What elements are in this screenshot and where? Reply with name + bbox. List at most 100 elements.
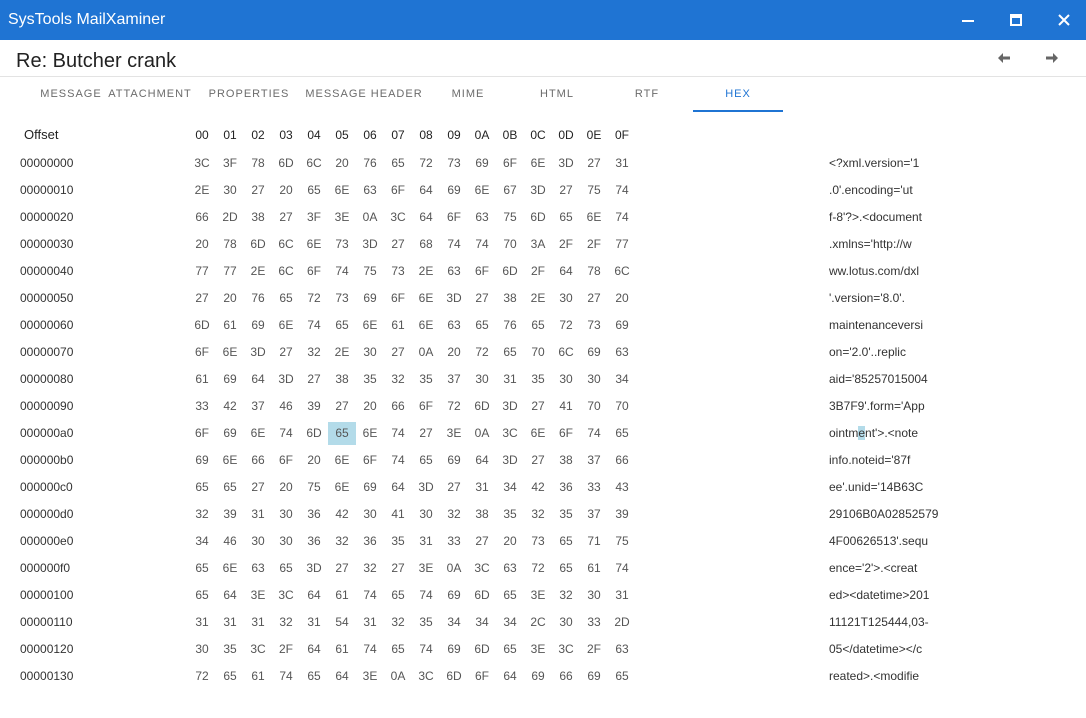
hex-byte[interactable]: 27 — [524, 395, 552, 418]
hex-byte[interactable]: 6F — [188, 341, 216, 364]
hex-byte[interactable]: 3C — [188, 152, 216, 175]
hex-byte[interactable]: 30 — [580, 584, 608, 607]
hex-byte[interactable]: 3D — [412, 476, 440, 499]
hex-byte[interactable]: 3D — [524, 179, 552, 202]
hex-byte[interactable]: 6C — [300, 152, 328, 175]
hex-byte[interactable]: 6F — [412, 395, 440, 418]
hex-byte[interactable]: 65 — [496, 584, 524, 607]
hex-byte[interactable]: 65 — [608, 665, 636, 688]
hex-byte[interactable]: 27 — [412, 422, 440, 445]
hex-byte[interactable]: 6E — [272, 314, 300, 337]
hex-byte[interactable]: 35 — [356, 368, 384, 391]
hex-byte[interactable]: 3C — [384, 206, 412, 229]
hex-byte[interactable]: 73 — [524, 530, 552, 553]
hex-byte[interactable]: 37 — [244, 395, 272, 418]
hex-byte[interactable]: 69 — [440, 449, 468, 472]
hex-byte[interactable]: 35 — [496, 503, 524, 526]
hex-byte[interactable]: 70 — [608, 395, 636, 418]
hex-byte[interactable]: 34 — [468, 611, 496, 634]
hex-byte[interactable]: 31 — [216, 611, 244, 634]
hex-byte[interactable]: 0A — [468, 422, 496, 445]
hex-byte[interactable]: 64 — [216, 584, 244, 607]
hex-byte[interactable]: 27 — [244, 179, 272, 202]
hex-byte[interactable]: 74 — [384, 449, 412, 472]
hex-byte[interactable]: 38 — [496, 287, 524, 310]
hex-byte[interactable]: 6E — [244, 422, 272, 445]
hex-byte[interactable]: 20 — [188, 233, 216, 256]
hex-byte[interactable]: 33 — [188, 395, 216, 418]
hex-byte[interactable]: 6D — [188, 314, 216, 337]
hex-byte[interactable]: 76 — [356, 152, 384, 175]
ascii-text[interactable]: info.noteid='87f — [829, 447, 910, 474]
hex-byte[interactable]: 30 — [552, 287, 580, 310]
hex-byte[interactable]: 2F — [580, 233, 608, 256]
hex-byte[interactable]: 31 — [244, 503, 272, 526]
hex-byte[interactable]: 2D — [216, 206, 244, 229]
hex-byte[interactable]: 38 — [552, 449, 580, 472]
hex-byte[interactable]: 2F — [552, 233, 580, 256]
hex-byte[interactable]: 65 — [468, 314, 496, 337]
hex-byte[interactable]: 3A — [524, 233, 552, 256]
hex-byte[interactable]: 75 — [356, 260, 384, 283]
hex-byte[interactable]: 65 — [188, 584, 216, 607]
hex-byte[interactable]: 72 — [440, 395, 468, 418]
hex-byte[interactable]: 32 — [188, 503, 216, 526]
hex-byte[interactable]: 27 — [580, 287, 608, 310]
hex-byte[interactable]: 74 — [356, 584, 384, 607]
hex-byte[interactable]: 66 — [244, 449, 272, 472]
hex-byte[interactable]: 74 — [300, 314, 328, 337]
hex-byte[interactable]: 64 — [300, 638, 328, 661]
hex-byte[interactable]: 64 — [468, 449, 496, 472]
hex-byte[interactable]: 61 — [328, 584, 356, 607]
ascii-text[interactable]: reated>.<modifie — [829, 663, 919, 690]
hex-byte[interactable]: 74 — [356, 638, 384, 661]
hex-byte[interactable]: 65 — [272, 557, 300, 580]
hex-byte[interactable]: 27 — [524, 449, 552, 472]
hex-byte[interactable]: 27 — [272, 206, 300, 229]
hex-byte[interactable]: 63 — [244, 557, 272, 580]
hex-byte[interactable]: 64 — [300, 584, 328, 607]
hex-byte[interactable]: 6E — [300, 233, 328, 256]
hex-byte[interactable]: 2E — [524, 287, 552, 310]
hex-byte[interactable]: 0A — [440, 557, 468, 580]
hex-byte[interactable]: 46 — [216, 530, 244, 553]
hex-byte[interactable]: 6E — [356, 422, 384, 445]
hex-byte[interactable]: 37 — [580, 503, 608, 526]
hex-byte[interactable]: 65 — [608, 422, 636, 445]
hex-byte[interactable]: 6D — [300, 422, 328, 445]
hex-byte[interactable]: 65 — [552, 206, 580, 229]
hex-byte[interactable]: 74 — [272, 422, 300, 445]
hex-byte[interactable]: 3D — [440, 287, 468, 310]
hex-byte[interactable]: 69 — [188, 449, 216, 472]
hex-byte[interactable]: 69 — [440, 584, 468, 607]
ascii-text[interactable]: .xmlns='http://w — [829, 231, 912, 258]
hex-byte[interactable]: 34 — [608, 368, 636, 391]
hex-byte[interactable]: 6C — [272, 233, 300, 256]
hex-byte[interactable]: 39 — [300, 395, 328, 418]
ascii-text[interactable]: f-8'?>.<document — [829, 204, 922, 231]
hex-byte[interactable]: 36 — [356, 530, 384, 553]
hex-byte[interactable]: 37 — [580, 449, 608, 472]
hex-byte[interactable]: 70 — [496, 233, 524, 256]
hex-byte[interactable]: 27 — [300, 368, 328, 391]
hex-byte[interactable]: 27 — [244, 476, 272, 499]
hex-byte[interactable]: 74 — [412, 638, 440, 661]
hex-byte[interactable]: 65 — [412, 449, 440, 472]
hex-byte[interactable]: 6F — [440, 206, 468, 229]
ascii-text[interactable]: ence='2'>.<creat — [829, 555, 917, 582]
maximize-button[interactable] — [992, 0, 1040, 40]
ascii-text[interactable]: maintenanceversi — [829, 312, 923, 339]
hex-byte[interactable]: 61 — [216, 314, 244, 337]
ascii-text[interactable]: ointment'>.<note — [829, 420, 918, 447]
hex-byte[interactable]: 20 — [356, 395, 384, 418]
previous-message-button[interactable] — [992, 48, 1016, 68]
hex-byte[interactable]: 3F — [216, 152, 244, 175]
hex-byte[interactable]: 72 — [524, 557, 552, 580]
hex-byte[interactable]: 38 — [244, 206, 272, 229]
hex-byte[interactable]: 6D — [496, 260, 524, 283]
hex-byte[interactable]: 3E — [356, 665, 384, 688]
hex-byte[interactable]: 3E — [412, 557, 440, 580]
hex-byte[interactable]: 6F — [552, 422, 580, 445]
hex-byte[interactable]: 6E — [580, 206, 608, 229]
hex-byte[interactable]: 31 — [300, 611, 328, 634]
